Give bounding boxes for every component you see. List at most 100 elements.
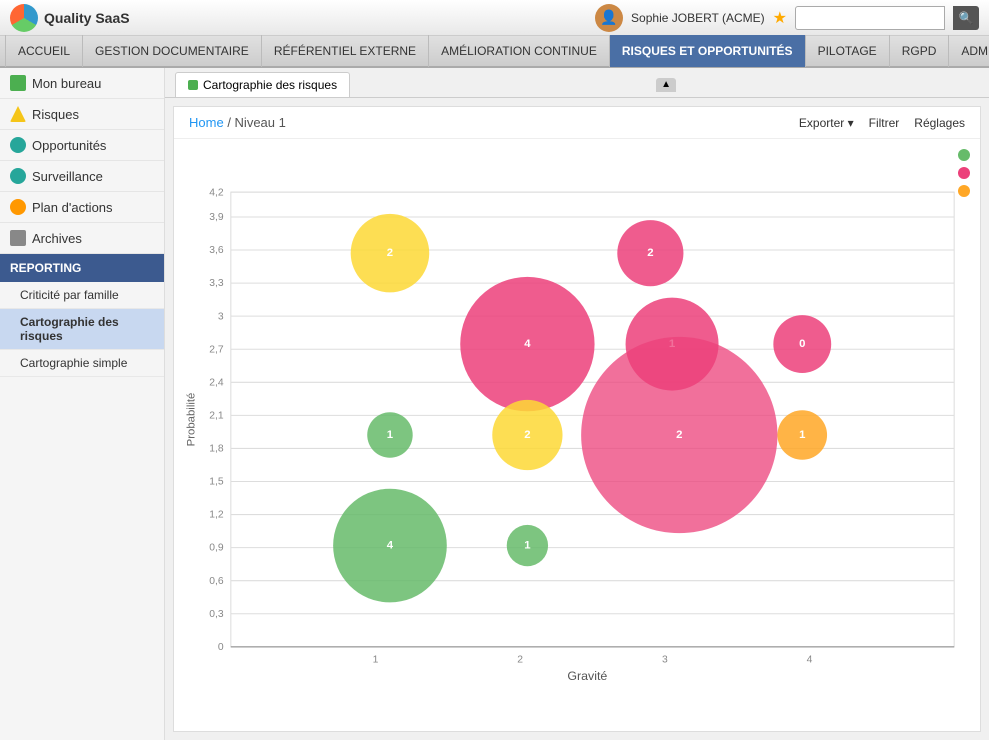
search-input[interactable] bbox=[795, 6, 945, 30]
tab-header: Cartographie des risques ▲ bbox=[165, 68, 989, 98]
avatar: 👤 bbox=[595, 4, 623, 32]
nav-gestion-doc[interactable]: GESTION DOCUMENTAIRE bbox=[83, 35, 262, 67]
nav-pilotage[interactable]: PILOTAGE bbox=[806, 35, 890, 67]
svg-text:1: 1 bbox=[524, 540, 530, 552]
star-icon[interactable]: ★ bbox=[773, 8, 787, 28]
chart-legend bbox=[958, 149, 970, 197]
breadcrumb-separator: / bbox=[227, 115, 234, 130]
sidebar-label-risques: Risques bbox=[32, 107, 79, 122]
legend-item-vert bbox=[958, 149, 970, 161]
chart-actions: Exporter ▾ Filtrer Réglages bbox=[799, 116, 965, 130]
svg-text:0,6: 0,6 bbox=[209, 576, 224, 587]
surveillance-icon bbox=[10, 168, 26, 184]
user-area: 👤 Sophie JOBERT (ACME) ★ 🔍 bbox=[595, 4, 979, 32]
sidebar-sub-cartographie-risques[interactable]: Cartographie des risques bbox=[0, 309, 164, 350]
opportunites-icon bbox=[10, 137, 26, 153]
filter-button[interactable]: Filtrer bbox=[869, 116, 900, 130]
search-button[interactable]: 🔍 bbox=[953, 6, 979, 30]
nav-amelioration[interactable]: AMÉLIORATION CONTINUE bbox=[429, 35, 610, 67]
sidebar: Mon bureau Risques Opportunités Surveill… bbox=[0, 68, 165, 740]
svg-text:4: 4 bbox=[387, 540, 394, 552]
legend-dot-rose bbox=[958, 167, 970, 179]
breadcrumb-home[interactable]: Home bbox=[189, 115, 224, 130]
sidebar-item-monbureau[interactable]: Mon bureau bbox=[0, 68, 164, 99]
nav-admin[interactable]: ADMINISTRATION bbox=[949, 35, 989, 67]
legend-dot-orange bbox=[958, 185, 970, 197]
sidebar-label-opportunites: Opportunités bbox=[32, 138, 106, 153]
sidebar-reporting-header[interactable]: REPORTING bbox=[0, 254, 164, 282]
scatter-chart: Probabilité bbox=[174, 139, 980, 731]
svg-text:1: 1 bbox=[799, 429, 805, 441]
sidebar-label-monbureau: Mon bureau bbox=[32, 76, 101, 91]
svg-text:1: 1 bbox=[387, 429, 393, 441]
svg-text:0: 0 bbox=[218, 642, 224, 653]
logo-icon bbox=[10, 4, 38, 32]
svg-text:2: 2 bbox=[387, 247, 393, 259]
svg-text:1,2: 1,2 bbox=[209, 510, 224, 521]
tab-label: Cartographie des risques bbox=[203, 78, 337, 92]
svg-text:1: 1 bbox=[373, 654, 379, 665]
topbar: Quality SaaS 👤 Sophie JOBERT (ACME) ★ 🔍 bbox=[0, 0, 989, 36]
sidebar-label-planactions: Plan d'actions bbox=[32, 200, 113, 215]
svg-text:0: 0 bbox=[799, 338, 805, 350]
reporting-label: REPORTING bbox=[10, 261, 81, 275]
monbureau-icon bbox=[10, 75, 26, 91]
nav-referentiel[interactable]: RÉFÉRENTIEL EXTERNE bbox=[262, 35, 429, 67]
svg-text:2,1: 2,1 bbox=[209, 410, 224, 421]
export-button[interactable]: Exporter ▾ bbox=[799, 116, 854, 130]
sidebar-label-archives: Archives bbox=[32, 231, 82, 246]
legend-item-rose bbox=[958, 167, 970, 179]
svg-text:2: 2 bbox=[524, 429, 530, 441]
svg-text:Gravité: Gravité bbox=[567, 669, 607, 683]
svg-text:4,2: 4,2 bbox=[209, 187, 224, 198]
svg-text:4: 4 bbox=[524, 338, 531, 350]
svg-text:0,9: 0,9 bbox=[209, 543, 224, 554]
sidebar-sub-criticite[interactable]: Criticité par famille bbox=[0, 282, 164, 309]
logo-text: Quality SaaS bbox=[44, 10, 130, 26]
svg-text:3,6: 3,6 bbox=[209, 245, 224, 256]
legend-item-orange bbox=[958, 185, 970, 197]
sidebar-item-risques[interactable]: Risques bbox=[0, 99, 164, 130]
breadcrumb-bar: Home / Niveau 1 Exporter ▾ Filtrer Régla… bbox=[174, 107, 980, 139]
svg-text:2,4: 2,4 bbox=[209, 377, 224, 388]
cartographie-simple-label: Cartographie simple bbox=[20, 356, 127, 370]
risques-icon bbox=[10, 106, 26, 122]
svg-text:2: 2 bbox=[647, 247, 653, 259]
nav-rgpd[interactable]: RGPD bbox=[890, 35, 950, 67]
svg-text:1,5: 1,5 bbox=[209, 477, 224, 488]
legend-dot-vert bbox=[958, 149, 970, 161]
navbar: ACCUEIL GESTION DOCUMENTAIRE RÉFÉRENTIEL… bbox=[0, 36, 989, 68]
settings-button[interactable]: Réglages bbox=[914, 116, 965, 130]
breadcrumb: Home / Niveau 1 bbox=[189, 115, 286, 130]
sidebar-item-plan-actions[interactable]: Plan d'actions bbox=[0, 192, 164, 223]
logo-area: Quality SaaS bbox=[10, 4, 130, 32]
sidebar-item-opportunites[interactable]: Opportunités bbox=[0, 130, 164, 161]
svg-text:3,9: 3,9 bbox=[209, 212, 224, 223]
sidebar-item-surveillance[interactable]: Surveillance bbox=[0, 161, 164, 192]
nav-accueil[interactable]: ACCUEIL bbox=[5, 35, 83, 67]
user-name: Sophie JOBERT (ACME) bbox=[631, 11, 765, 25]
sidebar-sub-cartographie-simple[interactable]: Cartographie simple bbox=[0, 350, 164, 377]
content-area: Cartographie des risques ▲ Home / Niveau… bbox=[165, 68, 989, 740]
planactions-icon bbox=[10, 199, 26, 215]
x-axis: 1 2 3 4 Gravité bbox=[231, 647, 954, 683]
svg-text:1,8: 1,8 bbox=[209, 444, 224, 455]
cartographie-risques-label: Cartographie des risques bbox=[20, 315, 154, 343]
svg-text:3,3: 3,3 bbox=[209, 278, 224, 289]
main-layout: Mon bureau Risques Opportunités Surveill… bbox=[0, 68, 989, 740]
tab-collapse-btn[interactable]: ▲ bbox=[656, 78, 676, 92]
nav-risques[interactable]: RISQUES ET OPPORTUNITÉS bbox=[610, 35, 806, 67]
sidebar-item-archives[interactable]: Archives bbox=[0, 223, 164, 254]
sidebar-label-surveillance: Surveillance bbox=[32, 169, 103, 184]
svg-text:3: 3 bbox=[662, 654, 668, 665]
archives-icon bbox=[10, 230, 26, 246]
criticite-label: Criticité par famille bbox=[20, 288, 119, 302]
svg-text:2,7: 2,7 bbox=[209, 344, 224, 355]
svg-text:4: 4 bbox=[807, 654, 813, 665]
tab-cartographie[interactable]: Cartographie des risques bbox=[175, 72, 350, 97]
chart-container: Home / Niveau 1 Exporter ▾ Filtrer Régla… bbox=[173, 106, 981, 732]
chart-wrapper: Probabilité bbox=[174, 139, 980, 731]
svg-text:2: 2 bbox=[676, 429, 682, 441]
svg-text:3: 3 bbox=[218, 311, 224, 322]
breadcrumb-current: Niveau 1 bbox=[235, 115, 286, 130]
